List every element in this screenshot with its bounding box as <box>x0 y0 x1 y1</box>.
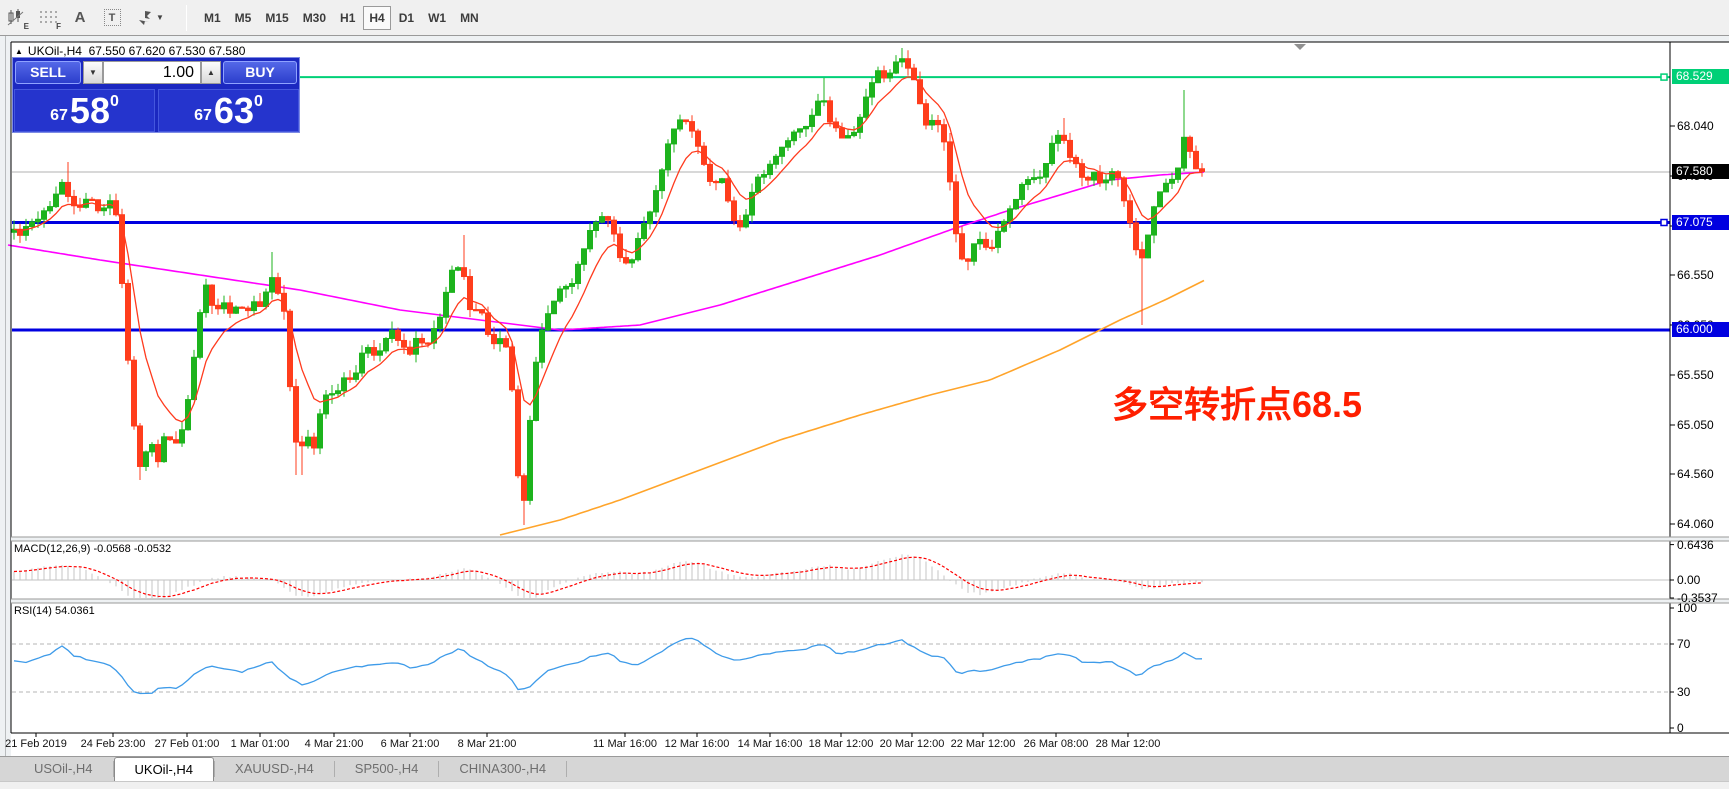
price-tick-label: 68.040 <box>1677 119 1729 133</box>
buy-price-display[interactable]: 67 63 0 <box>158 89 299 132</box>
one-click-trade-panel: SELL ▼ ▲ BUY 67 58 0 67 63 0 <box>12 57 300 133</box>
rsi-line <box>14 638 1202 693</box>
rsi-tick-label: 0 <box>1677 721 1729 735</box>
rsi-tick-label: 100 <box>1677 601 1729 615</box>
price-tick-label: 64.560 <box>1677 467 1729 481</box>
price-badge: 68.529 <box>1672 69 1729 84</box>
rsi-levels <box>12 644 1670 692</box>
chart-tabs-bar: USOil-,H4UKOil-,H4XAUUSD-,H4SP500-,H4CHI… <box>0 756 1729 781</box>
volume-input[interactable] <box>103 61 201 84</box>
sell-price-display[interactable]: 67 58 0 <box>14 89 155 132</box>
price-badge: 67.580 <box>1672 164 1729 179</box>
chart-title: ▲UKOil-,H4 67.550 67.620 67.530 67.580 <box>15 44 245 58</box>
chart-tab-china300h4[interactable]: CHINA300-,H4 <box>439 757 566 781</box>
macd-tick-label: 0.00 <box>1677 573 1729 587</box>
price-tick-label: 64.060 <box>1677 517 1729 531</box>
time-axis-label: 8 Mar 21:00 <box>439 738 535 750</box>
chart-text-annotation[interactable]: 多空转折点68.5 <box>1112 376 1362 428</box>
volume-decrease-button[interactable]: ▼ <box>83 61 103 84</box>
pane-borders <box>11 42 1729 733</box>
macd-tick-label: 0.6436 <box>1677 538 1729 552</box>
rsi-tick-label: 70 <box>1677 637 1729 651</box>
buy-button[interactable]: BUY <box>223 61 297 84</box>
chart-tab-sp500h4[interactable]: SP500-,H4 <box>335 757 439 781</box>
tab-separator <box>566 761 567 777</box>
status-bar <box>0 781 1729 789</box>
chart-tab-ukoilh4[interactable]: UKOil-,H4 <box>114 757 215 781</box>
macd-histogram <box>14 554 1202 598</box>
mt4-app: E F A T ▼ M1M5M15M30H1H4D1W1MN <box>0 0 1729 789</box>
price-badge: 66.000 <box>1672 322 1729 337</box>
rsi-label: RSI(14) 54.0361 <box>14 605 95 617</box>
hline-handle[interactable] <box>1661 74 1667 80</box>
chart-tab-usoilh4[interactable]: USOil-,H4 <box>14 757 113 781</box>
price-tick-label: 65.550 <box>1677 368 1729 382</box>
price-tick-label: 65.050 <box>1677 418 1729 432</box>
ma-slow-orange <box>500 281 1204 536</box>
macd-label: MACD(12,26,9) -0.0568 -0.0532 <box>14 543 171 555</box>
time-axis-label: 28 Mar 12:00 <box>1080 738 1176 750</box>
sell-button[interactable]: SELL <box>15 61 81 84</box>
hline-handle[interactable] <box>1661 220 1667 226</box>
rsi-tick-label: 30 <box>1677 685 1729 699</box>
price-badge: 67.075 <box>1672 215 1729 230</box>
hline-handles <box>1661 74 1667 225</box>
axis-tick-marks <box>36 126 1675 737</box>
triangle-up-icon: ▲ <box>15 47 23 56</box>
chart-shift-marker <box>1294 44 1306 50</box>
price-tick-label: 66.550 <box>1677 268 1729 282</box>
volume-increase-button[interactable]: ▲ <box>201 61 221 84</box>
chart-tab-xauusdh4[interactable]: XAUUSD-,H4 <box>215 757 334 781</box>
